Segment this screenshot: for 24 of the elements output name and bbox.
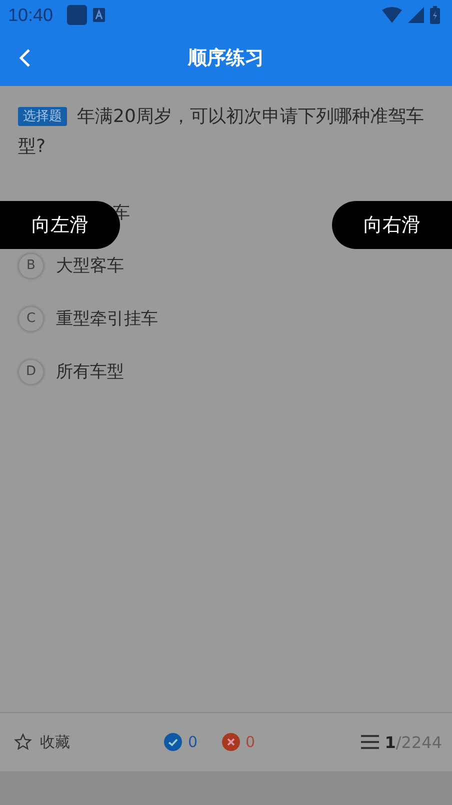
page-title: 顺序练习 — [188, 46, 264, 71]
favorite-label[interactable]: 收藏 — [40, 732, 70, 752]
option-letter[interactable]: B — [18, 252, 44, 278]
check-circle-icon — [164, 733, 182, 751]
list-icon[interactable] — [360, 734, 379, 750]
option-text[interactable]: 所有车型 — [56, 360, 124, 383]
wrong-count: 0 — [246, 733, 256, 751]
option-letter[interactable]: D — [18, 358, 44, 384]
status-time: 10:40 — [8, 4, 54, 26]
back-icon[interactable] — [19, 48, 31, 68]
battery-icon — [430, 6, 440, 24]
correct-count: 0 — [188, 733, 198, 751]
wifi-icon — [382, 7, 402, 23]
cross-circle-icon — [222, 733, 240, 751]
question-type-tag: 选择题 — [18, 107, 67, 126]
current-question-number: 1 — [384, 732, 396, 752]
swipe-hint: 向右滑 — [332, 201, 452, 249]
option-letter[interactable]: C — [18, 306, 44, 332]
star-icon[interactable] — [14, 733, 32, 751]
option-text[interactable]: 大型客车 — [56, 254, 124, 277]
app-notification-icon — [67, 5, 88, 25]
option-text[interactable]: 重型牵引挂车 — [56, 307, 158, 330]
keyboard-notification-icon — [93, 8, 106, 22]
signal-icon — [408, 7, 424, 23]
